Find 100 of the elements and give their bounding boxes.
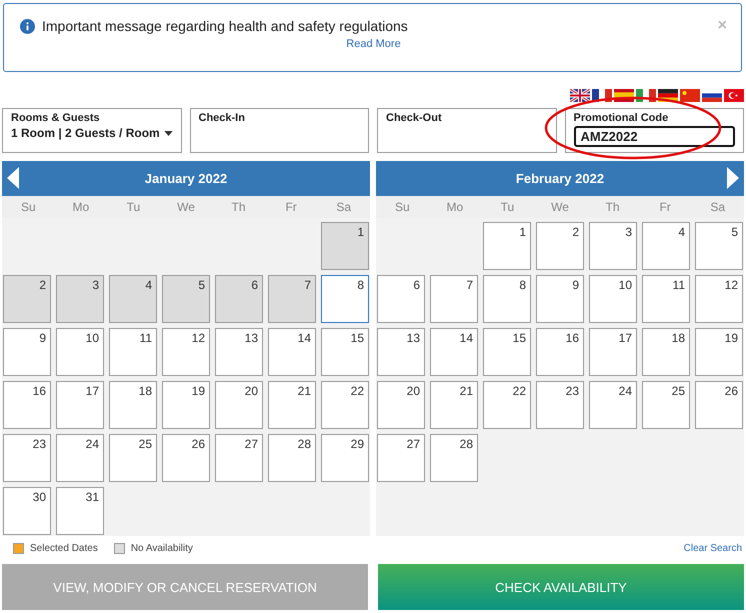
weekday-label: Fr	[284, 200, 298, 214]
field-label: Promotional Code	[574, 112, 670, 124]
day-cell[interactable]: 23	[536, 381, 584, 429]
form-field[interactable]: Check-Out	[377, 108, 556, 153]
weekday-label: Mo	[72, 200, 90, 214]
day-cell[interactable]: 25	[642, 381, 690, 429]
day-cell[interactable]: 19	[162, 381, 210, 429]
day-cell[interactable]: 6	[377, 275, 425, 323]
day-cell[interactable]: 10	[589, 275, 637, 323]
day-cell[interactable]: 12	[162, 328, 210, 376]
weekday-label: We	[550, 200, 570, 214]
form-field[interactable]: Promotional Code AMZ2022	[564, 108, 744, 153]
day-cell[interactable]: 26	[162, 434, 210, 482]
day-cell[interactable]: 27	[377, 434, 425, 482]
weekday-label: We	[176, 200, 196, 214]
day-cell[interactable]: 18	[109, 381, 157, 429]
weekday-label: Th	[604, 200, 621, 214]
weekday-label: Th	[230, 200, 247, 214]
day-cell[interactable]: 9	[3, 328, 51, 376]
day-cell[interactable]: 3	[56, 275, 104, 323]
weekday-label: Su	[20, 200, 37, 214]
caret-icon	[164, 130, 172, 136]
previous-month-icon[interactable]	[7, 167, 19, 189]
day-cell[interactable]: 23	[3, 434, 51, 482]
day-cell[interactable]: 2	[3, 275, 51, 323]
day-cell[interactable]: 21	[268, 381, 316, 429]
month-title: January 2022	[144, 171, 228, 186]
weekday-label: Tu	[126, 200, 142, 214]
day-cell[interactable]: 18	[642, 328, 690, 376]
day-cell[interactable]: 7	[430, 275, 478, 323]
day-cell[interactable]: 22	[321, 381, 369, 429]
flag-icon[interactable]	[592, 89, 612, 102]
day-cell[interactable]: 1	[483, 222, 531, 270]
day-cell[interactable]: 27	[215, 434, 263, 482]
day-cell[interactable]: 14	[268, 328, 316, 376]
day-cell[interactable]: 4	[642, 222, 690, 270]
day-cell[interactable]: 17	[589, 328, 637, 376]
day-cell[interactable]: 14	[430, 328, 478, 376]
day-cell[interactable]: 16	[536, 328, 584, 376]
day-cell[interactable]: 31	[56, 487, 104, 535]
form-field[interactable]: Rooms & Guests 1 Room | 2 Guests / Room	[2, 108, 182, 153]
day-cell[interactable]: 8	[321, 275, 369, 323]
next-month-icon[interactable]	[727, 167, 739, 189]
weekday-label: Sa	[709, 200, 726, 214]
legend-label: Selected Dates	[30, 542, 98, 554]
day-cell[interactable]: 28	[430, 434, 478, 482]
weekday-label: Mo	[446, 200, 464, 214]
day-cell[interactable]: 25	[109, 434, 157, 482]
day-cell[interactable]: 13	[377, 328, 425, 376]
day-cell[interactable]: 5	[695, 222, 743, 270]
notice-message: Important message regarding health and safety regulations	[42, 18, 409, 34]
legend-label: No Availability	[130, 542, 193, 554]
day-cell[interactable]: 30	[3, 487, 51, 535]
day-cell[interactable]: 6	[215, 275, 263, 323]
day-cell[interactable]: 12	[695, 275, 743, 323]
day-cell[interactable]: 13	[215, 328, 263, 376]
form-field[interactable]: Check-In	[190, 108, 369, 153]
day-cell[interactable]: 8	[483, 275, 531, 323]
day-cell[interactable]: 11	[109, 328, 157, 376]
day-cell[interactable]: 21	[430, 381, 478, 429]
field-label: Rooms & Guests	[11, 112, 101, 124]
day-cell[interactable]: 15	[483, 328, 531, 376]
flag-icon[interactable]	[658, 89, 678, 102]
day-cell[interactable]: 9	[536, 275, 584, 323]
day-cell[interactable]: 2	[536, 222, 584, 270]
month-title: February 2022	[516, 171, 604, 186]
day-cell[interactable]: 15	[321, 328, 369, 376]
flag-icon[interactable]	[570, 89, 590, 102]
promo-code-input[interactable]: AMZ2022	[574, 126, 735, 147]
day-cell[interactable]: 10	[56, 328, 104, 376]
field-label: Check-Out	[386, 112, 443, 124]
day-cell[interactable]: 20	[215, 381, 263, 429]
day-cell[interactable]: 7	[268, 275, 316, 323]
day-cell[interactable]: 28	[268, 434, 316, 482]
weekday-label: Sa	[335, 200, 352, 214]
day-cell[interactable]: 17	[56, 381, 104, 429]
field-label: Check-In	[198, 112, 246, 124]
day-cell[interactable]: 3	[589, 222, 637, 270]
info-icon	[20, 18, 35, 34]
field-value: 1 Room | 2 Guests / Room	[11, 126, 160, 140]
day-cell[interactable]: 24	[56, 434, 104, 482]
weekday-label: Tu	[500, 200, 516, 214]
day-cell[interactable]: 16	[3, 381, 51, 429]
day-cell[interactable]: 22	[483, 381, 531, 429]
day-cell[interactable]: 29	[321, 434, 369, 482]
day-cell[interactable]: 24	[589, 381, 637, 429]
day-cell[interactable]: 4	[109, 275, 157, 323]
flag-icon[interactable]	[724, 89, 744, 102]
clear-search-link[interactable]: Clear Search	[684, 542, 742, 554]
day-cell[interactable]: 19	[695, 328, 743, 376]
flag-icon[interactable]	[636, 89, 656, 102]
flag-icon[interactable]	[702, 89, 722, 102]
day-cell[interactable]: 26	[695, 381, 743, 429]
weekday-label: Fr	[658, 200, 672, 214]
read-more-link[interactable]: Read More	[346, 38, 401, 50]
day-cell[interactable]: 5	[162, 275, 210, 323]
day-cell[interactable]: 20	[377, 381, 425, 429]
day-cell[interactable]: 11	[642, 275, 690, 323]
weekday-label: Su	[394, 200, 411, 214]
day-cell[interactable]: 1	[321, 222, 369, 270]
